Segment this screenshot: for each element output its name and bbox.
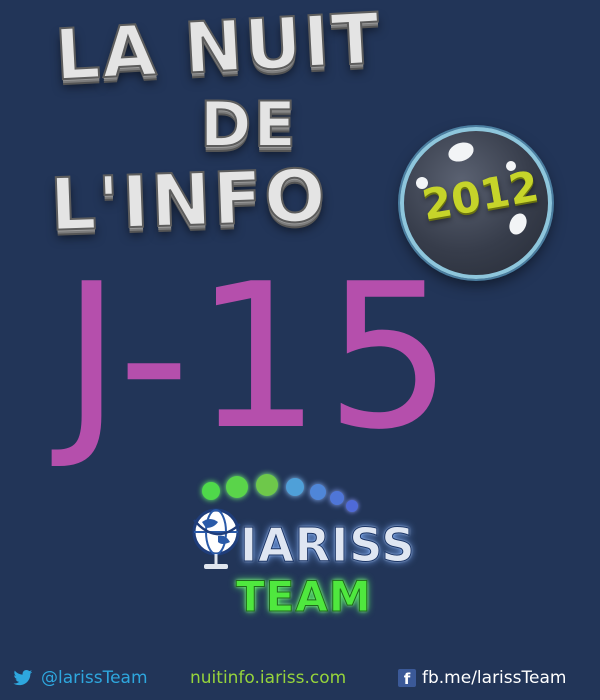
facebook-icon: f [398,669,416,688]
facebook-link[interactable]: f fb.me/larissTeam [398,668,566,688]
logo-dot [286,478,304,496]
title-line-2: DE [199,87,298,162]
twitter-link[interactable]: @larissTeam [13,668,148,688]
website-url: nuitinfo.iariss.com [190,668,347,688]
twitter-handle: @larissTeam [41,668,148,688]
facebook-url: fb.me/larissTeam [422,668,567,688]
twitter-icon [13,669,33,687]
countdown-label: J-15 [62,241,457,474]
team-label: TEAM [236,572,372,622]
logo-dot [202,482,220,500]
logo-dot [330,491,344,505]
logo-dot [310,484,326,500]
logo-dot [256,474,278,496]
globe-icon [188,502,244,574]
title-line-1: LA NUIT [52,0,384,97]
website-link[interactable]: nuitinfo.iariss.com [190,668,346,688]
title-line-3: L'INFO [48,152,330,248]
logo-dot [346,500,358,512]
iariss-team-logo: IARISS TEAM [180,474,440,636]
footer: @larissTeam nuitinfo.iariss.com f fb.me/… [0,660,600,700]
brand-name: IARISS [239,518,416,573]
logo-dot [226,476,248,498]
ball-spot [445,139,477,165]
poster: LA NUIT DE L'INFO 2012 J-15 IARISS TEAM … [0,0,600,700]
